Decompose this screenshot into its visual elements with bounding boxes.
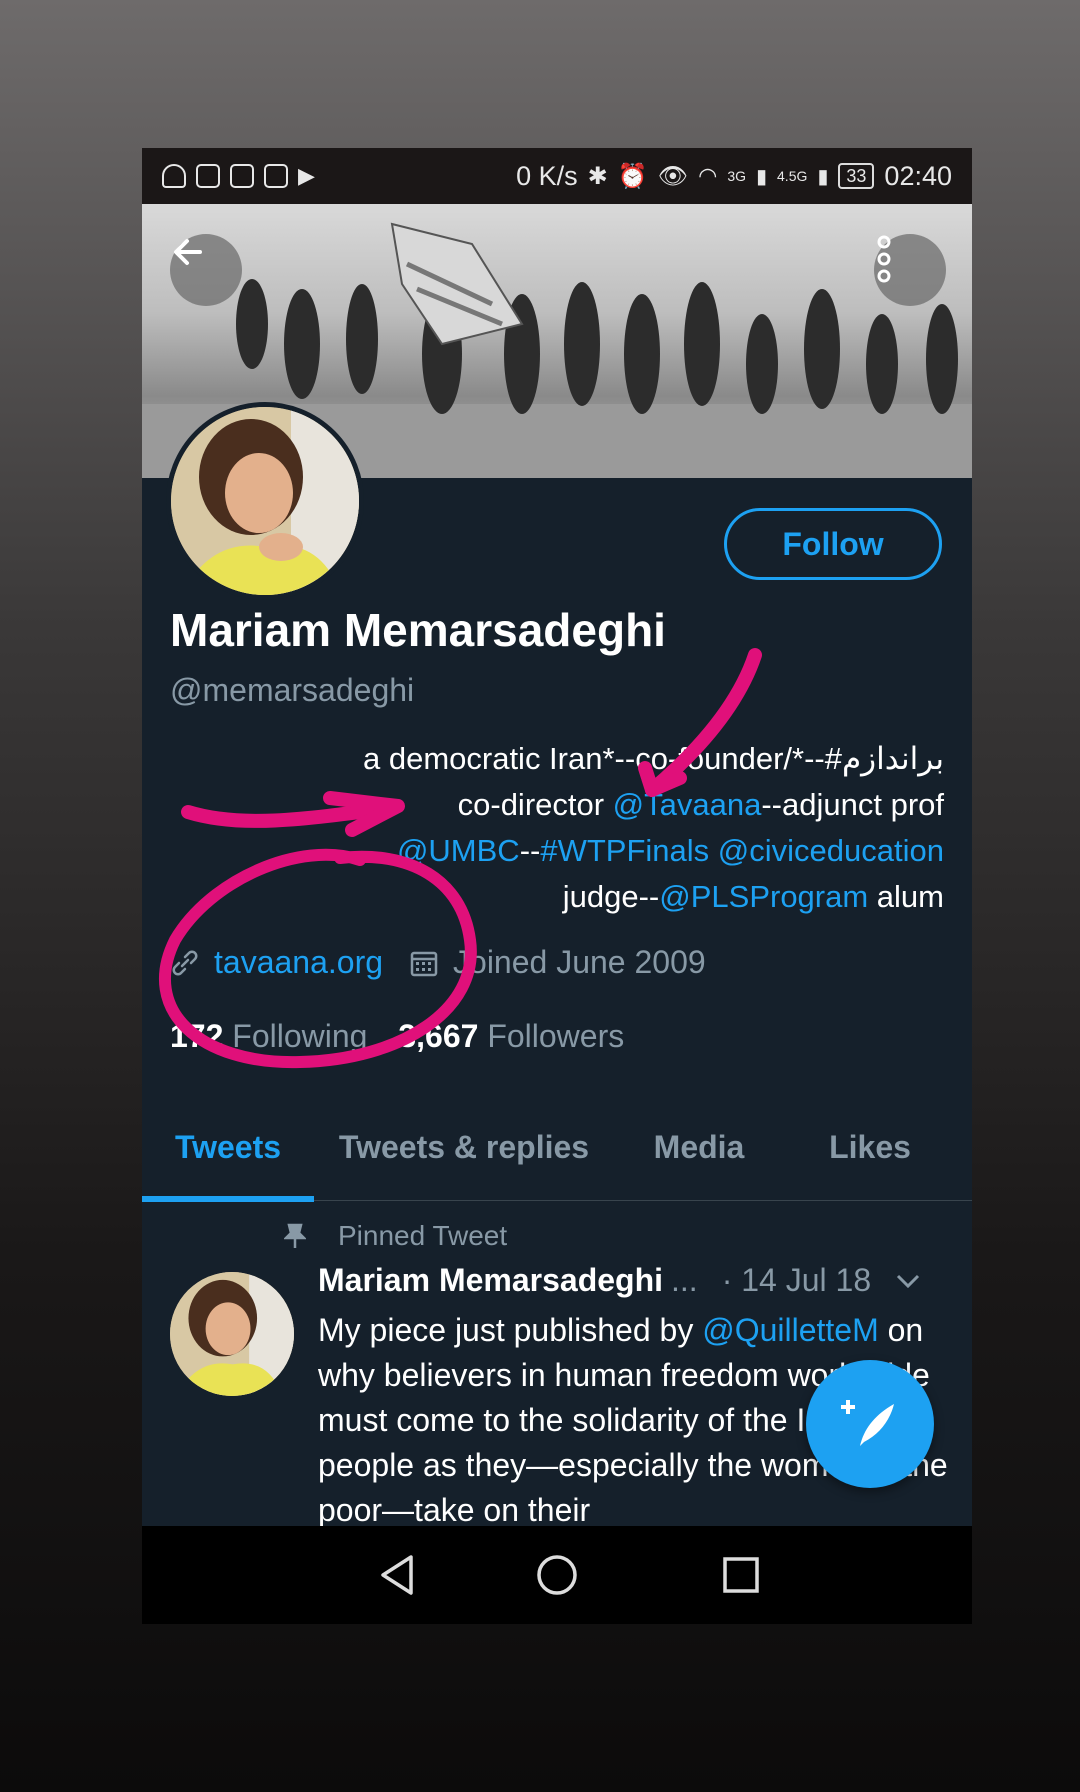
website-link[interactable]: tavaana.org [214,944,383,981]
follow-button[interactable]: Follow [724,508,942,580]
chevron-down-icon[interactable] [895,1262,921,1299]
more-options-button[interactable] [874,234,946,306]
bio-link-tavaana[interactable]: @Tavaana [613,787,762,822]
pinned-header: Pinned Tweet [270,1220,507,1252]
alarm-icon: ⏰ [617,162,648,190]
nav-recents-button[interactable] [716,1550,766,1600]
tweet-avatar[interactable] [170,1272,294,1396]
android-nav-bar [142,1526,972,1624]
profile-handle: @memarsadeghi [170,672,415,708]
nav-home-button[interactable] [532,1550,582,1600]
tweet-author[interactable]: Mariam Memarsadeghi [318,1262,663,1299]
net-speed: 0 K/s [516,160,578,191]
nav-back-button[interactable] [372,1550,422,1600]
nav-recents-icon [723,1557,759,1593]
tab-tweets-replies[interactable]: Tweets & replies [314,1098,614,1196]
bio-line-2: co-director @Tavaana--adjunct prof [164,782,944,828]
author-ellipsis: ... [671,1262,698,1298]
bio-link-umbc[interactable]: @UMBC [397,833,520,868]
bio-text: judge-- [562,879,660,914]
followers-label: Followers [478,1018,625,1054]
profile-avatar[interactable] [166,402,364,600]
bio-line-1: a democratic Iran*--co-founder/*--#براند… [362,741,944,776]
health-icon [162,164,186,188]
network-45g: 4.5G [777,168,808,184]
profile-meta: tavaana.org Joined June 2009 [170,944,706,981]
phone-screen: ▶ 0 K/s ✱ ⏰ 👁 ◠ 3G ▮ 4.5G ▮ 33 02:40 Fol… [142,148,972,1624]
profile-tabs: Tweets Tweets & replies Media Likes [142,1098,972,1202]
instagram-icon [196,164,220,188]
notification-icons: ▶ [142,163,315,189]
play-store-icon: ▶ [298,163,315,188]
clock: 02:40 [884,160,952,191]
bio-text: co-director [457,787,613,822]
tab-likes[interactable]: Likes [784,1098,956,1196]
bio-line-4: judge--@PLSProgram alum [164,874,944,920]
calendar-icon [410,951,438,976]
following-count: 172 [170,1018,224,1054]
back-arrow-icon [174,239,202,265]
tab-tweets[interactable]: Tweets [142,1098,314,1196]
following-label: Following [223,1018,368,1054]
follow-counts: 172 Following 3,667 Followers [170,1018,624,1055]
avatar-photo-small [170,1272,294,1396]
bio-text: --adjunct prof [761,787,944,822]
pin-icon [270,1223,320,1249]
bluetooth-icon: ✱ [587,162,608,190]
bio-text [709,833,718,868]
active-tab-indicator [142,1196,314,1202]
tweet-text-a: My piece just published by [318,1312,703,1348]
tweet-header: Mariam Memarsadeghi ... · 14 Jul 18 [318,1262,921,1299]
bio-text: alum [868,879,944,914]
compose-tweet-button[interactable] [806,1360,934,1488]
hand-icon [230,164,254,188]
more-vertical-icon [877,235,891,283]
wifi-icon: ◠ [698,163,718,188]
battery-indicator: 33 [838,163,875,189]
eye-icon: 👁 [657,162,689,190]
avatar-photo [171,407,359,595]
followers-count: 3,667 [398,1018,479,1054]
bio-link-civiceducation[interactable]: @civiceducation [718,833,944,868]
joined-date: Joined June 2009 [453,944,706,980]
tweet-date: · 14 Jul 18 [721,1262,872,1298]
bio-text: -- [519,833,541,868]
bio-link-plsprogram[interactable]: @PLSProgram [659,879,868,914]
followers-count-link[interactable]: 3,667 Followers [398,1018,624,1054]
bio-line-3: @UMBC--#WTPFinals @civiceducation [164,828,944,874]
tab-media[interactable]: Media [614,1098,784,1196]
following-count-link[interactable]: 172 Following [170,1018,367,1054]
status-bar: ▶ 0 K/s ✱ ⏰ 👁 ◠ 3G ▮ 4.5G ▮ 33 02:40 [142,148,972,204]
compose-tweet-icon [841,1400,894,1446]
system-icons: 0 K/s ✱ ⏰ 👁 ◠ 3G ▮ 4.5G ▮ 33 02:40 [516,161,972,192]
link-icon [172,950,198,975]
back-button[interactable] [170,234,242,306]
signal-icon: ▮ [756,165,768,188]
tweet-link-quillette[interactable]: @QuilletteM [702,1312,879,1348]
pinned-label: Pinned Tweet [338,1220,508,1251]
profile-bio: a democratic Iran*--co-founder/*--#براند… [164,736,944,920]
nav-back-icon [381,1555,413,1595]
profile-name: Mariam Memarsadeghi [170,604,666,656]
mail-icon [264,164,288,188]
network-3g: 3G [727,168,746,184]
signal-icon-2: ▮ [817,165,829,188]
bio-link-wtpfinals[interactable]: #WTPFinals [540,833,709,868]
nav-home-icon [537,1555,577,1595]
